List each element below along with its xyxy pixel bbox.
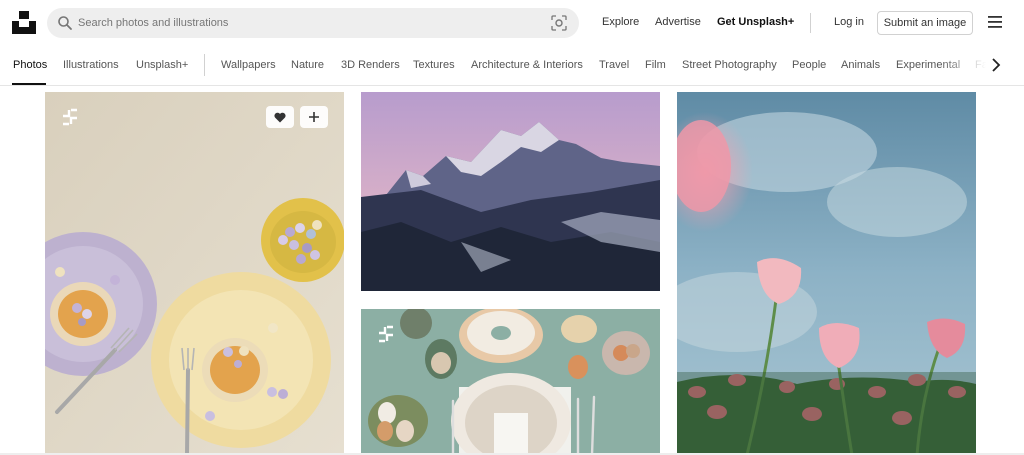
unsplash-logo[interactable] <box>12 11 36 34</box>
top-header: Explore Advertise Get Unsplash+ Log in S… <box>0 0 1024 46</box>
search-input[interactable] <box>78 8 538 38</box>
tulips-image <box>677 92 976 455</box>
nav-get-unsplash-plus[interactable]: Get Unsplash+ <box>717 16 794 28</box>
tab-nature[interactable]: Nature <box>291 59 324 71</box>
tab-architecture-interiors[interactable]: Architecture & Interiors <box>471 59 583 71</box>
active-tab-indicator <box>12 83 46 85</box>
category-tabs: Photos Illustrations Unsplash+ Wallpaper… <box>0 46 1024 86</box>
tab-textures[interactable]: Textures <box>413 59 455 71</box>
nav-advertise[interactable]: Advertise <box>655 16 701 28</box>
plus-icon <box>309 112 319 122</box>
tab-people[interactable]: People <box>792 59 826 71</box>
tab-photos[interactable]: Photos <box>13 59 47 71</box>
tab-unsplash-plus[interactable]: Unsplash+ <box>136 59 188 71</box>
tab-film[interactable]: Film <box>645 59 666 71</box>
mountain-image <box>361 92 660 291</box>
search-bar[interactable] <box>47 8 579 38</box>
chevron-right-icon[interactable] <box>990 58 1002 72</box>
tab-wallpapers[interactable]: Wallpapers <box>221 59 276 71</box>
visual-search-icon[interactable] <box>551 15 567 31</box>
tab-illustrations[interactable]: Illustrations <box>63 59 119 71</box>
tab-animals[interactable]: Animals <box>841 59 880 71</box>
nav-login[interactable]: Log in <box>834 16 864 28</box>
unsplash-plus-badge-icon <box>379 325 393 343</box>
nav-explore[interactable]: Explore <box>602 16 639 28</box>
photo-mountain-dusk[interactable] <box>361 92 660 291</box>
hamburger-icon[interactable] <box>988 16 1002 28</box>
photo-easter-table-setting[interactable] <box>361 309 660 455</box>
header-divider <box>810 13 811 33</box>
submit-image-button[interactable]: Submit an image <box>877 11 973 35</box>
search-icon[interactable] <box>57 15 73 31</box>
table-setting-image <box>361 309 660 455</box>
tab-travel[interactable]: Travel <box>599 59 629 71</box>
like-button[interactable] <box>266 106 294 128</box>
add-to-collection-button[interactable] <box>300 106 328 128</box>
tab-3d-renders[interactable]: 3D Renders <box>341 59 400 71</box>
tabs-fade-overlay <box>940 46 1024 85</box>
tab-street-photography[interactable]: Street Photography <box>682 59 777 71</box>
photo-easter-desserts[interactable] <box>45 92 344 455</box>
tabs-divider <box>204 54 205 76</box>
unsplash-plus-badge-icon <box>63 108 77 126</box>
photo-pink-tulips[interactable] <box>677 92 976 455</box>
easter-desserts-image <box>45 92 344 455</box>
heart-icon <box>274 112 286 122</box>
